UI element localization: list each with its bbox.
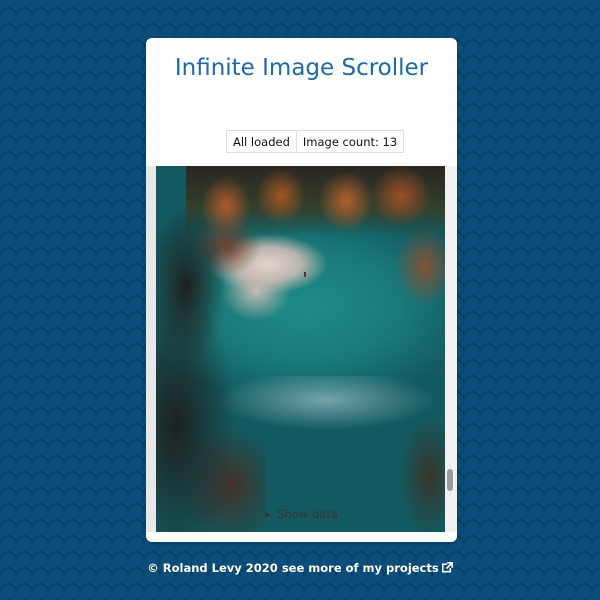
image-count: Image count: 13 — [295, 131, 403, 152]
footer: © Roland Levy 2020 see more of my projec… — [0, 561, 600, 575]
image-scroll-container[interactable] — [146, 166, 457, 532]
copyright-text: © Roland Levy 2020 — [147, 561, 278, 575]
scrollbar-thumb[interactable] — [447, 469, 453, 491]
external-link-icon — [441, 562, 453, 573]
gallery-image — [156, 166, 445, 532]
scrollbar[interactable] — [445, 166, 457, 532]
projects-link-label: see more of my projects — [281, 561, 439, 575]
projects-link[interactable]: see more of my projects — [282, 561, 453, 575]
disclosure-triangle-icon: ▶ — [265, 510, 272, 519]
page-title: Infinite Image Scroller — [174, 55, 429, 81]
status-bar: All loaded Image count: 13 — [226, 130, 405, 153]
loaded-status: All loaded — [233, 134, 290, 149]
show-data-label: Show data — [277, 507, 338, 521]
show-data-toggle[interactable]: ▶ Show data — [146, 507, 457, 521]
main-card: Infinite Image Scroller All loaded Image… — [146, 38, 457, 542]
